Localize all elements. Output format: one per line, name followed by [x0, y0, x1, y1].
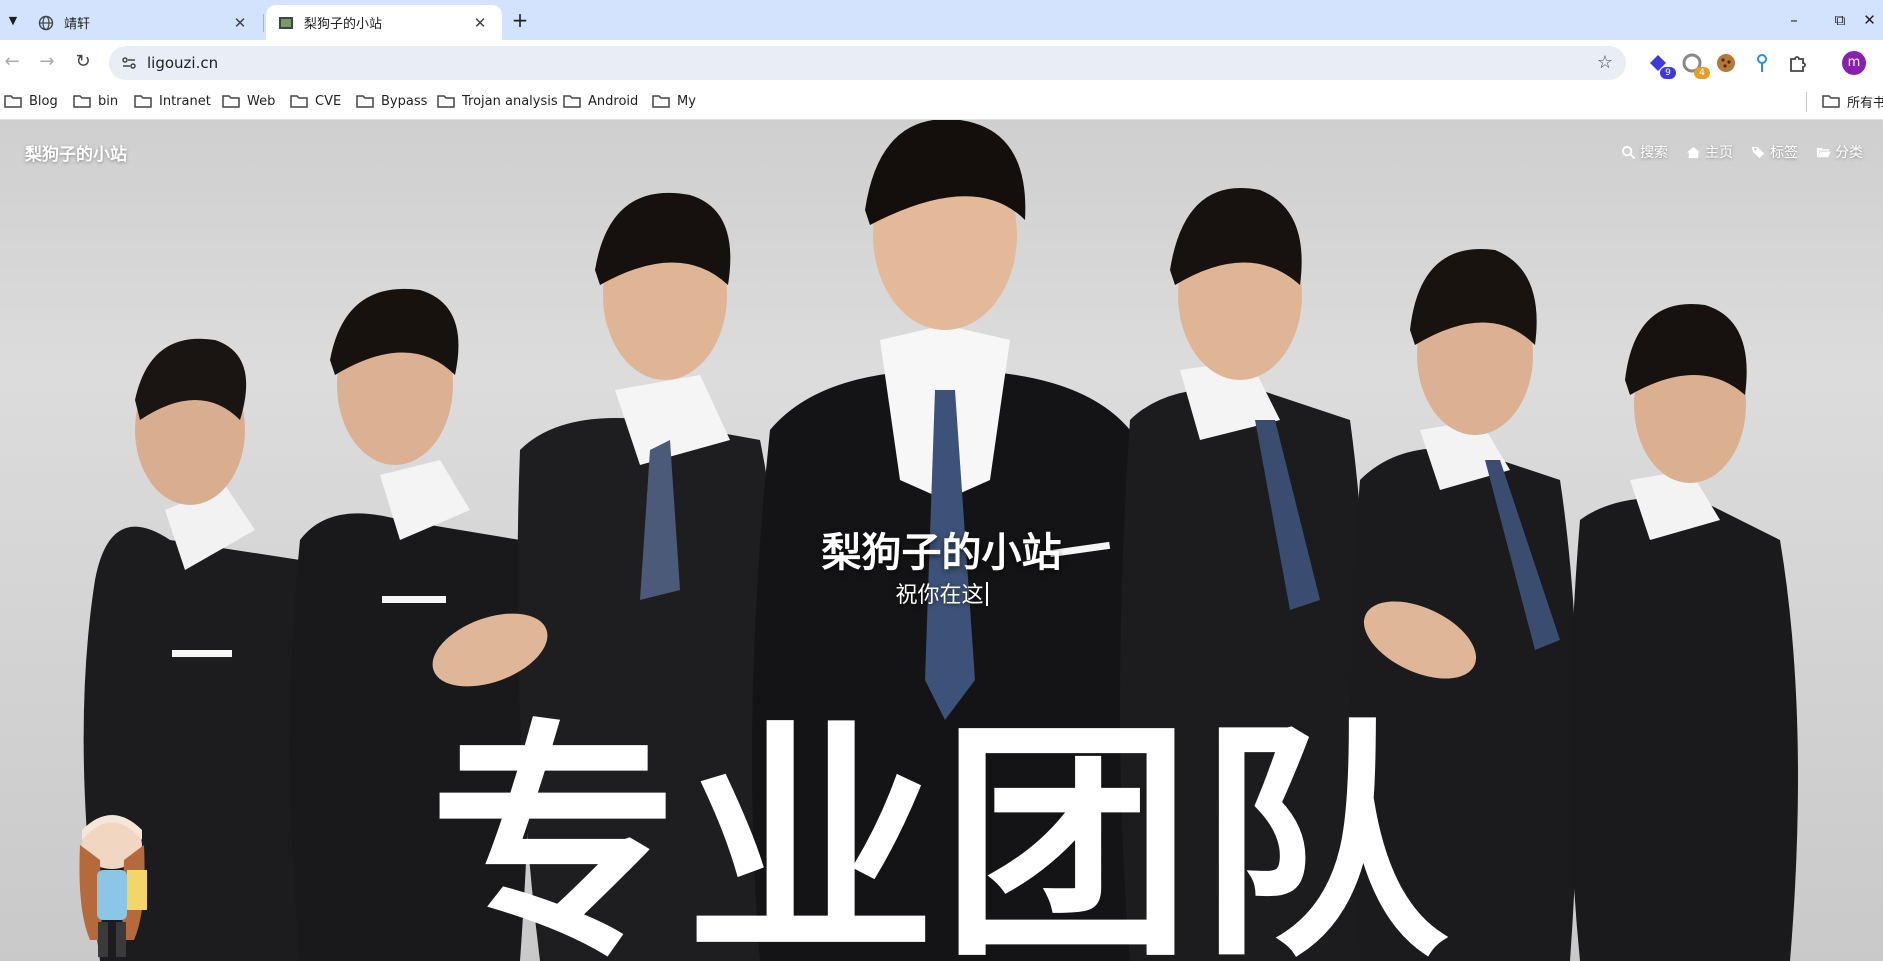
- typing-cursor: [985, 582, 988, 606]
- hero-subtitle-text: 祝你在这: [895, 583, 984, 608]
- bookmark-label: Bypass: [381, 93, 428, 109]
- extension-badge-4-icon[interactable]: 4: [1680, 51, 1710, 79]
- bookmarks-bar: Blog bin Intranet Web CVE Bypass Trojan …: [0, 83, 1883, 120]
- folder-icon: [222, 95, 240, 108]
- nav-search[interactable]: 搜索: [1621, 142, 1668, 162]
- nav-label: 分类: [1835, 145, 1863, 161]
- bookmark-folder-blog[interactable]: Blog: [4, 91, 58, 111]
- reload-button[interactable]: ↻: [67, 46, 99, 78]
- hero-title: 梨狗子的小站: [821, 530, 1062, 576]
- extension-badge-9-icon[interactable]: 9: [1646, 51, 1676, 79]
- mascot-girl-icon[interactable]: [62, 800, 162, 961]
- bookmarks-divider: [1806, 92, 1807, 112]
- bookmark-folder-bypass[interactable]: Bypass: [356, 91, 427, 111]
- tab-strip: ▼ 靖轩 ✕ 梨狗子的小站 ✕ + – ⧉ ✕: [0, 0, 1883, 40]
- bookmark-label: Android: [588, 93, 639, 109]
- tab-title: 靖轩: [64, 17, 91, 32]
- globe-icon: [38, 15, 54, 31]
- tab-ligouzi[interactable]: 梨狗子的小站 ✕: [266, 5, 502, 40]
- extension-badge-count: 4: [1694, 67, 1710, 79]
- folder-icon: [1822, 95, 1840, 108]
- tags-icon: [1751, 146, 1765, 158]
- pin-icon[interactable]: [1750, 51, 1774, 75]
- bookmark-folder-cve[interactable]: CVE: [290, 91, 341, 111]
- tab-jingxuan[interactable]: 靖轩 ✕: [26, 5, 262, 40]
- nav-label: 搜索: [1640, 145, 1668, 161]
- nav-label: 主页: [1705, 145, 1733, 161]
- nav-categories[interactable]: 分类: [1816, 142, 1863, 162]
- restore-button[interactable]: ⧉: [1820, 8, 1860, 32]
- folder-icon: [563, 95, 581, 108]
- bookmark-folder-bin[interactable]: bin: [73, 91, 118, 111]
- puzzle-icon[interactable]: [1786, 51, 1810, 75]
- bookmark-label: Intranet: [159, 93, 211, 109]
- forward-button[interactable]: →: [31, 46, 63, 78]
- bookmark-folder-web[interactable]: Web: [222, 91, 275, 111]
- hero-subtitle: 祝你在这: [0, 577, 1883, 609]
- bookmark-folder-android[interactable]: Android: [563, 91, 638, 111]
- profile-avatar[interactable]: m: [1842, 51, 1866, 75]
- all-bookmarks-label: 所有书: [1847, 95, 1883, 111]
- bookmark-label: Trojan analysis: [462, 93, 558, 109]
- bookmark-label: My: [677, 93, 696, 109]
- tab-separator: [263, 14, 264, 32]
- bookmark-folder-trojan-analysis[interactable]: Trojan analysis: [437, 91, 558, 111]
- bookmark-label: CVE: [315, 93, 342, 109]
- close-window-button[interactable]: ✕: [1856, 8, 1883, 32]
- folder-icon: [134, 95, 152, 108]
- new-tab-button[interactable]: +: [508, 8, 532, 32]
- page-viewport: 梨狗子的小站 搜索 主页 标签 分类 梨狗子的小站 祝你在这 专业团队: [0, 120, 1883, 961]
- folder-icon: [437, 95, 455, 108]
- search-icon: [1621, 145, 1636, 159]
- bookmark-label: Web: [247, 93, 276, 109]
- folder-icon: [73, 95, 91, 108]
- folder-icon: [356, 95, 374, 108]
- site-nav: 搜索 主页 标签 分类: [1621, 142, 1863, 162]
- folder-open-icon: [1816, 147, 1831, 157]
- close-tab-icon[interactable]: ✕: [230, 13, 250, 33]
- address-bar[interactable]: ligouzi.cn ☆: [109, 46, 1626, 80]
- site-logo[interactable]: 梨狗子的小站: [25, 140, 127, 165]
- folder-icon: [4, 95, 22, 108]
- bookmark-label: bin: [98, 93, 119, 109]
- tab-title: 梨狗子的小站: [304, 17, 383, 32]
- close-tab-icon[interactable]: ✕: [470, 13, 490, 33]
- bookmark-label: Blog: [29, 93, 58, 109]
- bookmark-star-icon[interactable]: ☆: [1594, 52, 1616, 74]
- nav-label: 标签: [1770, 145, 1798, 161]
- site-favicon-icon: [279, 17, 293, 29]
- all-bookmarks-button[interactable]: 所有书: [1822, 91, 1883, 111]
- cookie-icon[interactable]: [1714, 51, 1738, 75]
- nav-home[interactable]: 主页: [1686, 142, 1733, 162]
- tab-search-chevron-icon[interactable]: ▼: [2, 10, 24, 32]
- folder-icon: [652, 95, 670, 108]
- bookmark-folder-intranet[interactable]: Intranet: [134, 91, 211, 111]
- banner-text: 专业团队: [429, 699, 1454, 961]
- bookmark-folder-my[interactable]: My: [652, 91, 696, 111]
- site-info-icon[interactable]: [119, 53, 139, 73]
- minimize-button[interactable]: –: [1774, 8, 1814, 32]
- folder-icon: [290, 95, 308, 108]
- browser-toolbar: ← → ↻ ligouzi.cn ☆ 9 4 m: [0, 40, 1883, 83]
- home-icon: [1686, 146, 1701, 158]
- extension-badge-count: 9: [1660, 67, 1676, 79]
- back-button[interactable]: ←: [0, 46, 28, 78]
- url-text: ligouzi.cn: [147, 54, 219, 72]
- nav-tags[interactable]: 标签: [1751, 142, 1798, 162]
